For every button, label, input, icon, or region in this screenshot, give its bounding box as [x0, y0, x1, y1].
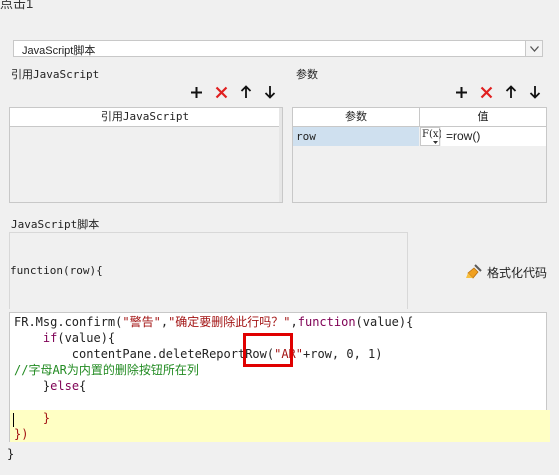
code-editor[interactable]: FR.Msg.confirm("警告","确定要删除此行吗？",function…: [9, 312, 550, 442]
function-signature: function(row){: [10, 264, 103, 277]
dropdown-selected-value: JavaScript脚本: [22, 45, 96, 57]
param-arrow-down-icon[interactable]: [527, 84, 543, 100]
imported-js-list[interactable]: 引用JavaScript: [9, 107, 283, 203]
code-line-7: }: [10, 410, 550, 426]
params-table: 参数 值 row F(x) =row(): [292, 107, 547, 203]
param-name-cell[interactable]: row: [293, 127, 419, 146]
format-code-button[interactable]: 格式化代码: [465, 263, 547, 281]
param-arrow-up-icon[interactable]: [503, 84, 519, 100]
highlight-annotation-box: [243, 333, 293, 367]
broom-icon: [466, 264, 482, 279]
code-line-8: }): [10, 426, 550, 442]
param-name-column-header: 参数: [293, 108, 420, 127]
imported-js-section-label: 引用JavaScript: [11, 68, 100, 81]
delete-icon[interactable]: [213, 84, 229, 100]
arrow-down-icon[interactable]: [262, 84, 278, 100]
format-code-label: 格式化代码: [487, 265, 548, 280]
code-line-5: }else{: [42, 379, 87, 393]
code-line-1: FR.Msg.confirm("警告","确定要删除此行吗？",function…: [14, 315, 414, 329]
add-icon[interactable]: [188, 84, 204, 100]
closing-brace: }: [7, 447, 15, 461]
add-param-icon[interactable]: [453, 84, 469, 100]
chevron-down-icon[interactable]: [525, 41, 542, 56]
script-type-dropdown[interactable]: JavaScript脚本: [13, 40, 543, 57]
list-scrollbar[interactable]: [279, 108, 282, 202]
dialog-title: 点击1: [0, 0, 34, 11]
params-section-label: 参数: [296, 69, 318, 81]
text-caret: [13, 413, 14, 427]
param-value-cell[interactable]: =row(): [441, 127, 546, 146]
arrow-up-icon[interactable]: [238, 84, 254, 100]
formula-button[interactable]: F(x): [420, 127, 442, 146]
delete-param-icon[interactable]: [478, 84, 494, 100]
imported-js-column-header: 引用JavaScript: [10, 108, 280, 127]
script-section-label: JavaScript脚本: [11, 218, 100, 231]
